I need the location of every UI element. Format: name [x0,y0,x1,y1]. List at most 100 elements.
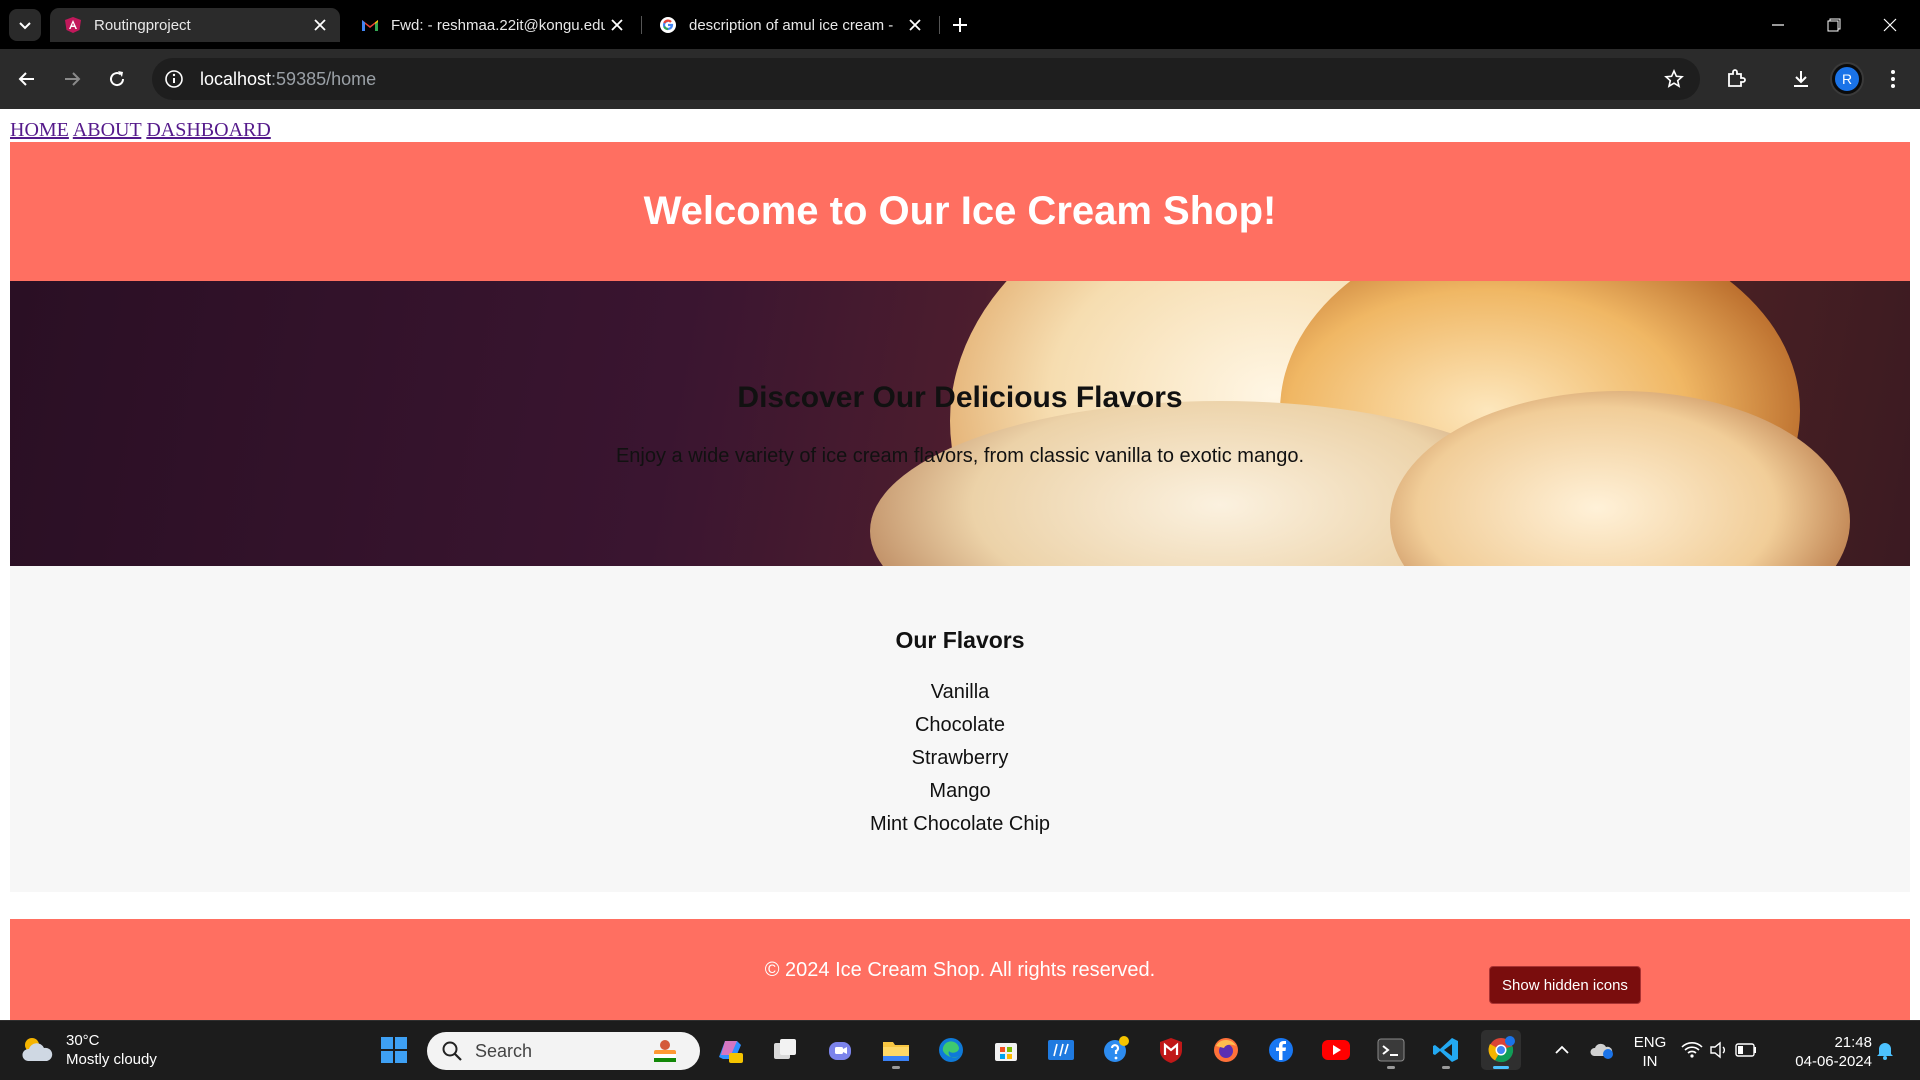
hero-title: Discover Our Delicious Flavors [737,381,1183,414]
tab-gmail[interactable]: Fwd: - reshmaa.22it@kongu.edu [347,8,637,42]
minimize-button[interactable] [1750,0,1806,49]
taskbar-app-youtube[interactable] [1316,1030,1356,1070]
lang-top: ENG [1633,1034,1667,1051]
url-path: :59385/home [271,68,377,89]
forward-button[interactable] [56,63,88,95]
close-icon [1883,18,1897,31]
profile-avatar[interactable]: R [1832,64,1862,94]
taskbar-app-edge[interactable] [931,1030,971,1070]
flavors-title: Our Flavors [895,627,1025,653]
search-icon [442,1041,462,1061]
tab-separator [641,16,642,34]
arrow-right-icon [65,72,81,86]
flavor-item: Vanilla [930,681,990,703]
running-indicator [1493,1066,1509,1069]
minimize-icon [1772,23,1784,26]
tab-search-button[interactable] [9,9,41,41]
browser-toolbar: localhost:59385/home [0,49,1920,109]
site-info-icon[interactable] [162,67,186,91]
flavor-list: Vanilla Chocolate Strawberry Mango Mint … [10,676,1910,841]
taskbar-app-chrome[interactable] [1481,1030,1521,1070]
flavor-item: Strawberry [911,747,1009,769]
reload-icon [110,71,125,87]
taskbar-app-task-view[interactable] [765,1030,805,1070]
taskbar-search[interactable]: Search [427,1032,700,1070]
restore-icon [1827,18,1841,31]
cloud-icon [1590,1043,1613,1059]
mcafee-shield-icon [1160,1038,1182,1063]
taskbar-app-vscode[interactable] [1426,1030,1466,1070]
taskbar-app-terminal[interactable] [1371,1030,1411,1070]
windows-logo-icon [381,1037,407,1063]
lang-bottom: IN [1642,1053,1658,1070]
close-icon[interactable] [605,13,629,37]
search-highlight-icon [654,1040,676,1062]
task-view-icon [774,1039,796,1059]
address-bar[interactable]: localhost:59385/home [152,58,1700,100]
teams-meet-icon [829,1042,851,1060]
downloads-button[interactable] [1785,63,1817,95]
copilot-icon [719,1041,743,1063]
taskbar-app-firefox[interactable] [1206,1030,1246,1070]
url-text: localhost:59385/home [200,69,376,90]
facebook-icon [1269,1038,1293,1062]
flavor-item: Mint Chocolate Chip [869,813,1051,835]
extensions-button[interactable] [1720,63,1752,95]
quick-settings[interactable] [1677,1030,1761,1070]
tab-title: Routingproject [94,16,191,34]
show-hidden-icons-button[interactable] [1542,1030,1582,1070]
youtube-icon [1322,1040,1350,1060]
folder-icon [883,1042,909,1061]
url-host: localhost [200,68,272,89]
back-button[interactable] [11,63,43,95]
firefox-icon [1214,1038,1238,1062]
close-window-button[interactable] [1862,0,1918,49]
tab-google-search[interactable]: description of amul ice cream - [645,8,935,42]
onedrive-tray-icon[interactable] [1582,1030,1622,1070]
taskbar-app-facebook[interactable] [1261,1030,1301,1070]
bell-icon [1877,1043,1893,1060]
weather-widget[interactable]: 30°C Mostly cloudy [20,1031,157,1069]
running-indicator [892,1066,900,1069]
clock[interactable]: 21:48 04-06-2024 [1782,1033,1872,1071]
more-vert-icon [1891,70,1895,88]
clock-date: 04-06-2024 [1795,1053,1872,1070]
notifications-button[interactable] [1868,1030,1902,1070]
nav-link-dashboard[interactable]: DASHBOARD [146,119,270,141]
restore-button[interactable] [1806,0,1862,49]
start-button[interactable] [374,1030,414,1070]
nav-link-about[interactable]: ABOUT [73,119,142,141]
chrome-icon [1488,1036,1515,1063]
edge-icon [939,1038,963,1062]
close-icon[interactable] [903,13,927,37]
tooltip: Show hidden icons [1489,966,1641,1004]
wifi-icon [1681,1042,1703,1058]
taskbar-app-file-explorer[interactable] [876,1030,916,1070]
battery-icon [1735,1043,1756,1057]
puzzle-icon [1728,69,1746,87]
page-viewport: HOME ABOUT DASHBOARD Welcome to Our Ice … [0,109,1920,1020]
chevron-down-icon [19,22,31,30]
tab-separator [939,16,940,34]
new-tab-button[interactable] [946,11,974,39]
taskbar-app-store[interactable] [986,1030,1026,1070]
close-icon[interactable] [308,13,332,37]
reload-button[interactable] [101,63,133,95]
store-icon [995,1043,1017,1061]
taskbar-app-teams[interactable] [820,1030,860,1070]
terminal-icon [1377,1038,1405,1062]
taskbar-app-mcafee[interactable] [1151,1030,1191,1070]
nav-link-home[interactable]: HOME [10,119,69,141]
taskbar-app-help[interactable] [1096,1030,1136,1070]
clock-time: 21:48 [1834,1034,1872,1051]
menu-button[interactable] [1877,63,1909,95]
tab-routingproject[interactable]: Routingproject [50,8,340,42]
taskbar-app-myhp[interactable] [1041,1030,1081,1070]
hero-description: Enjoy a wide variety of ice cream flavor… [615,445,1305,467]
taskbar-app-copilot[interactable] [710,1030,750,1070]
running-indicator [1442,1066,1450,1069]
language-indicator[interactable]: ENG IN [1625,1033,1675,1071]
vscode-icon [1433,1038,1458,1062]
bookmark-star-icon[interactable] [1662,67,1686,91]
tab-title: description of amul ice cream - [689,16,894,34]
